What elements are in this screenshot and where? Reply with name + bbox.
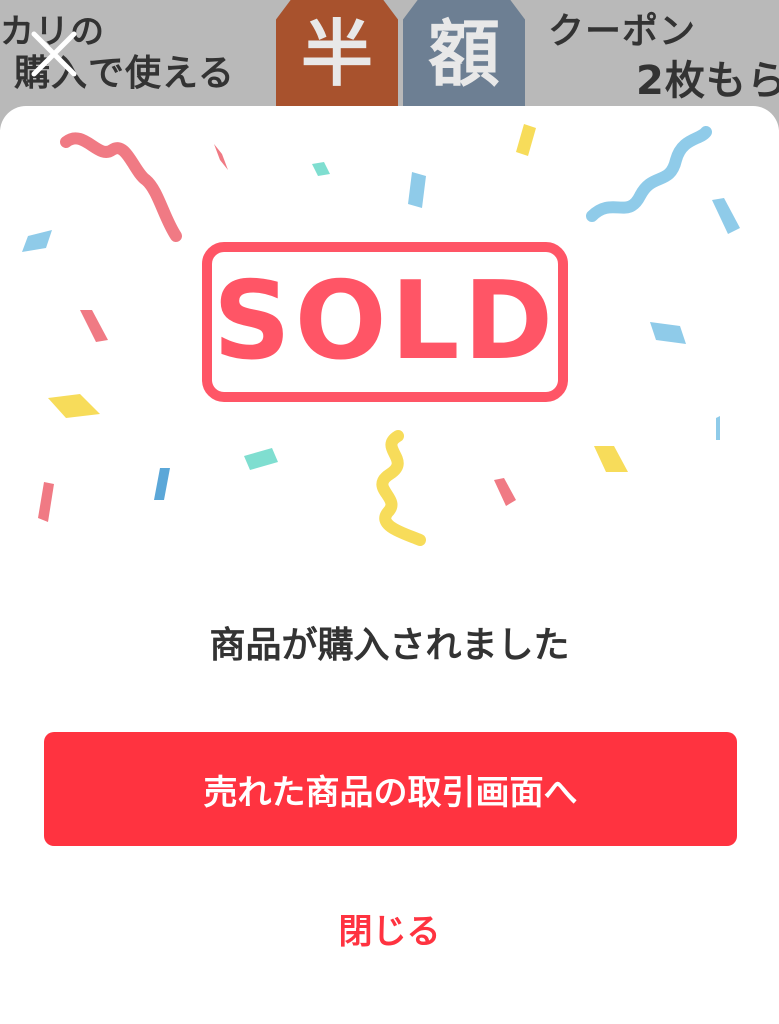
close-link[interactable]: 閉じる [0, 904, 779, 953]
confetti-piece [22, 230, 52, 252]
confetti-piece [494, 478, 516, 506]
confetti-piece [214, 144, 228, 170]
confetti-piece [154, 468, 170, 500]
confetti-piece [516, 124, 536, 156]
purchase-message: 商品が購入されました [209, 625, 570, 666]
sold-label: SOLD [212, 259, 558, 384]
banner-text-right-1: クーポン [548, 11, 697, 52]
confetti-piece [716, 416, 720, 440]
purchase-complete-modal: SOLD 商品が購入されました 売れた商品の取引画面へ 閉じる [0, 106, 779, 1024]
close-button[interactable] [28, 28, 80, 80]
confetti-squiggle-blue [586, 126, 712, 222]
confetti-squiggle-yellow [376, 430, 426, 546]
confetti-squiggle-pink [60, 132, 182, 242]
sold-stamp: SOLD [202, 242, 568, 402]
confetti-piece [712, 198, 740, 234]
confetti-piece [80, 310, 108, 342]
confetti-piece [312, 162, 330, 176]
confetti-piece [408, 172, 426, 208]
confetti-piece [650, 322, 686, 344]
banner-badge-half: 半 [276, 0, 398, 108]
confetti-piece [244, 448, 278, 470]
confetti-piece [48, 394, 100, 418]
confetti-piece [594, 446, 628, 472]
close-icon [31, 31, 77, 77]
confetti-piece [38, 482, 54, 522]
go-to-transaction-button[interactable]: 売れた商品の取引画面へ [44, 732, 737, 846]
banner-badge-amount: 額 [403, 0, 525, 108]
page: カリの 購入で使える 半 額 クーポン 2枚もら SOLD 商品が購入されました… [0, 0, 779, 1024]
banner-text-right-2: 2枚もら [636, 58, 779, 104]
